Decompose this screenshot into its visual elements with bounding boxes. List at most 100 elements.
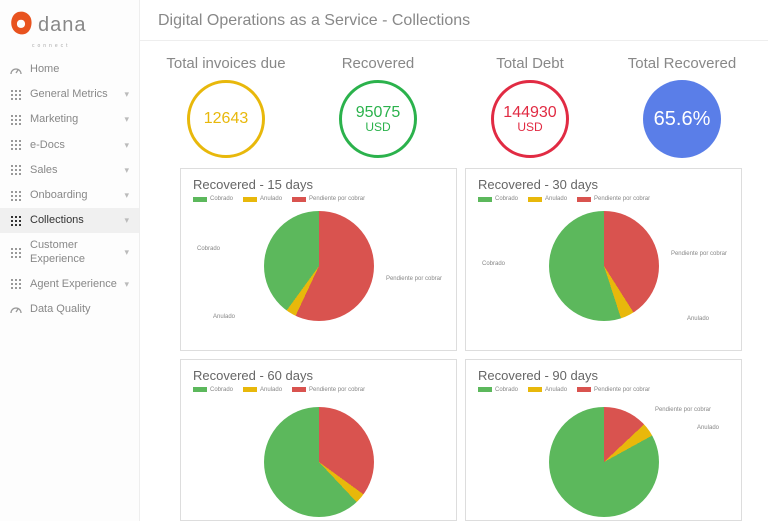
- metric-title: Total Recovered: [606, 55, 758, 72]
- pie-slice-label: Cobrado: [197, 246, 220, 252]
- metric-value: 65.6%: [654, 108, 711, 131]
- nav-label: General Metrics: [30, 88, 124, 101]
- nav-general-metrics[interactable]: General Metrics ▾: [0, 82, 139, 107]
- chevron-down-icon: ▾: [124, 140, 129, 151]
- legend-label: Pendiente por cobrar: [309, 387, 365, 393]
- nav-label: e-Docs: [30, 139, 124, 152]
- pie-slice-label: Pendiente por cobrar: [386, 276, 442, 282]
- chart-legend: Cobrado Anulado Pendiente por cobrar: [478, 387, 729, 393]
- nav-data-quality[interactable]: Data Quality: [0, 297, 139, 322]
- nav-home[interactable]: Home: [0, 57, 139, 82]
- metric-title: Total invoices due: [150, 55, 302, 72]
- legend-label: Cobrado: [495, 387, 518, 393]
- pie-slice-label: Pendiente por cobrar: [655, 407, 711, 413]
- grid-icon: [10, 114, 22, 126]
- chart-legend: Cobrado Anulado Pendiente por cobrar: [193, 196, 444, 202]
- pie-icon: [264, 211, 374, 321]
- sidebar: dana connect Home General Metrics ▾ Mark…: [0, 0, 140, 521]
- metric-unit: USD: [365, 120, 390, 134]
- pie-slice-label: Cobrado: [482, 261, 505, 267]
- chart-card-15: Recovered - 15 days Cobrado Anulado Pend…: [180, 168, 457, 351]
- charts-grid: Recovered - 15 days Cobrado Anulado Pend…: [140, 168, 768, 521]
- pie-slice-label: Anulado: [697, 425, 719, 431]
- nav-label: Data Quality: [30, 303, 129, 316]
- chevron-down-icon: ▾: [124, 165, 129, 176]
- chevron-down-icon: ▾: [124, 114, 129, 125]
- gauge-icon: [10, 303, 22, 315]
- nav-customer-experience[interactable]: Customer Experience ▾: [0, 233, 139, 271]
- legend-label: Pendiente por cobrar: [594, 196, 650, 202]
- nav-label: Marketing: [30, 113, 124, 126]
- nav-collections[interactable]: Collections ▾: [0, 208, 139, 233]
- metrics-row: Total invoices due 12643 Recovered 95075…: [140, 41, 768, 168]
- metric-unit: USD: [517, 120, 542, 134]
- grid-icon: [10, 139, 22, 151]
- legend-label: Pendiente por cobrar: [309, 196, 365, 202]
- legend-label: Anulado: [545, 387, 567, 393]
- page-title: Digital Operations as a Service - Collec…: [158, 12, 750, 30]
- nav-label: Customer Experience: [30, 239, 124, 265]
- pie-chart: Pendiente por cobrar Anulado: [478, 397, 729, 497]
- chart-card-90: Recovered - 90 days Cobrado Anulado Pend…: [465, 359, 742, 521]
- legend-label: Cobrado: [210, 196, 233, 202]
- metric-circle: 65.6%: [643, 80, 721, 158]
- chart-legend: Cobrado Anulado Pendiente por cobrar: [193, 387, 444, 393]
- logo: dana: [0, 0, 139, 47]
- grid-icon: [10, 215, 22, 227]
- metric-invoices: Total invoices due 12643: [150, 55, 302, 158]
- grid-icon: [10, 89, 22, 101]
- nav-onboarding[interactable]: Onboarding ▾: [0, 183, 139, 208]
- nav-edocs[interactable]: e-Docs ▾: [0, 133, 139, 158]
- pie-icon: [549, 407, 659, 517]
- chart-legend: Cobrado Anulado Pendiente por cobrar: [478, 196, 729, 202]
- logo-subtext: connect: [32, 43, 139, 49]
- pie-slice-label: Pendiente por cobrar: [671, 251, 727, 257]
- chart-title: Recovered - 90 days: [478, 368, 729, 383]
- metric-total-recovered: Total Recovered 65.6%: [606, 55, 758, 158]
- chart-card-60: Recovered - 60 days Cobrado Anulado Pend…: [180, 359, 457, 521]
- nav-sales[interactable]: Sales ▾: [0, 158, 139, 183]
- chart-card-30: Recovered - 30 days Cobrado Anulado Pend…: [465, 168, 742, 351]
- nav-label: Home: [30, 63, 129, 76]
- grid-icon: [10, 164, 22, 176]
- nav-label: Sales: [30, 164, 124, 177]
- metric-debt: Total Debt 144930 USD: [454, 55, 606, 158]
- nav-label: Collections: [30, 214, 124, 227]
- metric-recovered: Recovered 95075 USD: [302, 55, 454, 158]
- pie-chart: Cobrado Anulado Pendiente por cobrar: [478, 206, 729, 326]
- legend-label: Cobrado: [210, 387, 233, 393]
- pie-icon: [549, 211, 659, 321]
- main: Digital Operations as a Service - Collec…: [140, 0, 768, 521]
- metric-title: Total Debt: [454, 55, 606, 72]
- chart-title: Recovered - 30 days: [478, 177, 729, 192]
- legend-label: Pendiente por cobrar: [594, 387, 650, 393]
- chart-title: Recovered - 60 days: [193, 368, 444, 383]
- metric-circle: 12643: [187, 80, 265, 158]
- metric-value: 12643: [204, 110, 249, 128]
- pie-icon: [264, 407, 374, 517]
- nav-label: Onboarding: [30, 189, 124, 202]
- pie-slice-label: Anulado: [687, 316, 709, 322]
- metric-circle: 144930 USD: [491, 80, 569, 158]
- grid-icon: [10, 278, 22, 290]
- legend-label: Cobrado: [495, 196, 518, 202]
- chevron-down-icon: ▾: [124, 279, 129, 290]
- chevron-down-icon: ▾: [124, 247, 129, 258]
- chart-title: Recovered - 15 days: [193, 177, 444, 192]
- nav: Home General Metrics ▾ Marketing ▾ e-Doc…: [0, 57, 139, 322]
- nav-label: Agent Experience: [30, 278, 124, 291]
- metric-circle: 95075 USD: [339, 80, 417, 158]
- nav-agent-experience[interactable]: Agent Experience ▾: [0, 272, 139, 297]
- logo-text: dana: [38, 14, 87, 37]
- chevron-down-icon: ▾: [124, 190, 129, 201]
- legend-label: Anulado: [545, 196, 567, 202]
- grid-icon: [10, 190, 22, 202]
- grid-icon: [10, 247, 22, 259]
- chevron-down-icon: ▾: [124, 215, 129, 226]
- pie-slice-label: Anulado: [213, 314, 235, 320]
- nav-marketing[interactable]: Marketing ▾: [0, 107, 139, 132]
- chevron-down-icon: ▾: [124, 89, 129, 100]
- pie-chart: [193, 397, 444, 497]
- metric-title: Recovered: [302, 55, 454, 72]
- pie-chart: Cobrado Anulado Pendiente por cobrar: [193, 206, 444, 326]
